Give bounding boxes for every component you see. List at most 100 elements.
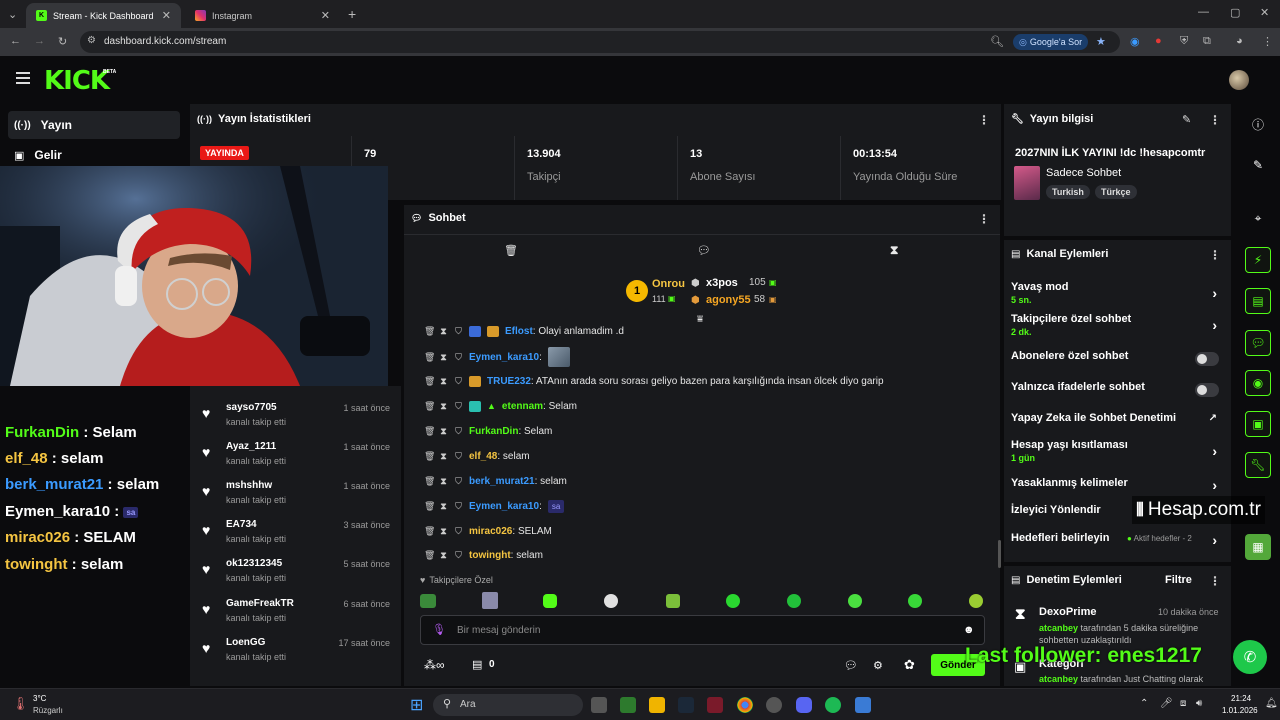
delete-message-icon[interactable]: 🗑︎: [424, 376, 435, 387]
broadcast-side-icon[interactable]: ◉: [1245, 370, 1271, 396]
minecraft-icon[interactable]: [620, 697, 636, 713]
robot-emote-icon[interactable]: [969, 594, 983, 608]
timeout-icon[interactable]: ⧗: [439, 376, 448, 387]
happy-emote-icon[interactable]: [848, 594, 862, 608]
ban-shield-icon[interactable]: ⛉: [454, 526, 463, 537]
wrench-side-icon[interactable]: 🔧︎: [1245, 452, 1271, 478]
chat-scrollbar[interactable]: [998, 540, 1001, 568]
url-field[interactable]: ⚙ dashboard.kick.com/stream 🔍︎ ◎ Google'a…: [80, 31, 1120, 53]
laugh-emote-icon[interactable]: [908, 594, 922, 608]
emote-only-toggle[interactable]: [1195, 383, 1219, 397]
chat-username[interactable]: FurkanDin: [469, 426, 518, 437]
ban-shield-icon[interactable]: ⛉: [454, 501, 463, 512]
gear-icon[interactable]: ⚙: [873, 659, 883, 672]
tray-chevron-icon[interactable]: ⌃: [1140, 698, 1148, 709]
delete-message-icon[interactable]: 🗑︎: [424, 401, 435, 412]
gift-box-icon[interactable]: ✿: [904, 657, 915, 673]
edit-pencil-icon[interactable]: ✎: [1182, 113, 1191, 126]
task-view-icon[interactable]: [591, 697, 607, 713]
tray-mic-icon[interactable]: 🎤︎: [1160, 698, 1173, 709]
action-ai-moderation[interactable]: Yapay Zeka ile Sohbet Denetimi ↗: [1011, 412, 1227, 430]
document-icon[interactable]: ▤: [1245, 288, 1271, 314]
extension-shield-icon[interactable]: ⛨: [1180, 35, 1188, 48]
app-gear-icon[interactable]: [855, 697, 871, 713]
delete-message-icon[interactable]: 🗑︎: [424, 451, 435, 462]
app-icon[interactable]: ▦: [1245, 534, 1271, 560]
new-tab-icon[interactable]: +: [348, 6, 356, 22]
category-name[interactable]: Sadece Sohbet: [1046, 167, 1121, 179]
chat-input-field[interactable]: 🎙︎ Bir mesaj gönderin ☻: [420, 615, 985, 645]
delete-message-icon[interactable]: 🗑︎: [424, 526, 435, 537]
frog-emote-icon[interactable]: [666, 594, 680, 608]
chat-username[interactable]: Eymen_kara10: [469, 352, 539, 363]
subscribers-only-toggle[interactable]: [1195, 352, 1219, 366]
taskbar-search[interactable]: ⚲ Ara: [433, 694, 583, 716]
delete-message-icon[interactable]: 🗑︎: [424, 476, 435, 487]
user-avatar[interactable]: [1229, 70, 1249, 90]
ban-shield-icon[interactable]: ⛉: [454, 550, 463, 561]
chat-icon[interactable]: 💬︎: [1245, 330, 1271, 356]
stats-menu-icon[interactable]: ⋮: [978, 113, 990, 127]
channel-points-icon[interactable]: ⁂∞: [424, 658, 445, 672]
save-icon[interactable]: ▣: [1245, 411, 1271, 437]
ban-shield-icon[interactable]: ⛉: [454, 326, 463, 337]
wink-emote-icon[interactable]: [787, 594, 801, 608]
back-icon[interactable]: ←: [10, 35, 21, 47]
forward-icon[interactable]: →: [34, 35, 45, 47]
delete-message-icon[interactable]: 🗑︎: [424, 352, 435, 363]
timeout-icon[interactable]: ⧗: [439, 451, 448, 462]
extension-record-icon[interactable]: ●: [1155, 35, 1162, 47]
chat-tab-icon[interactable]: 💬︎: [697, 244, 711, 257]
chat-username[interactable]: Eymen_kara10: [469, 501, 539, 512]
close-tab-icon[interactable]: ✕: [321, 9, 330, 22]
hamburger-menu-icon[interactable]: [16, 72, 30, 87]
category-thumbnail[interactable]: [1014, 166, 1040, 200]
smile-emote-icon[interactable]: [726, 594, 740, 608]
skull-emote-icon[interactable]: [604, 594, 618, 608]
reload-icon[interactable]: ↻: [58, 35, 67, 48]
action-followers-only[interactable]: Takipçilere özel sohbet 2 dk. ›: [1011, 313, 1227, 343]
browser-menu-icon[interactable]: ⋮: [1262, 35, 1273, 48]
chat-username[interactable]: berk_murat21: [469, 476, 535, 487]
ban-shield-icon[interactable]: ⛉: [454, 476, 463, 487]
delete-message-icon[interactable]: 🗑︎: [424, 550, 435, 561]
chat-menu-icon[interactable]: ⋮: [978, 212, 990, 226]
focus-icon[interactable]: ⌖: [1245, 205, 1271, 231]
minimize-icon[interactable]: —: [1198, 6, 1209, 18]
steam-icon[interactable]: [678, 697, 694, 713]
moderation-menu-icon[interactable]: ⋮: [1209, 574, 1221, 588]
windows-start-icon[interactable]: ⊞: [410, 695, 423, 715]
kick-logo[interactable]: KICK: [44, 66, 110, 96]
google-ask-button[interactable]: ◎ Google'a Sor: [1013, 34, 1089, 50]
delete-message-icon[interactable]: 🗑︎: [424, 501, 435, 512]
nav-item-stream[interactable]: ((·)) Yayın: [8, 111, 180, 139]
chat-username[interactable]: mirac026: [469, 526, 512, 537]
tab-kick-dashboard[interactable]: K Stream - Kick Dashboard ✕: [26, 3, 181, 28]
info-icon[interactable]: ⓘ: [1245, 111, 1271, 137]
filter-button[interactable]: Filtre: [1165, 574, 1192, 586]
profile-icon[interactable]: ◕: [1236, 35, 1243, 47]
zoom-icon[interactable]: 🔍︎: [990, 35, 1004, 48]
timeout-icon[interactable]: ⧗: [439, 326, 448, 337]
pepe-emote-icon[interactable]: [420, 594, 436, 608]
close-tab-icon[interactable]: ✕: [162, 9, 171, 22]
ban-shield-icon[interactable]: ⛉: [454, 352, 463, 363]
stream-info-menu-icon[interactable]: ⋮: [1209, 113, 1221, 127]
bookmark-star-icon[interactable]: ★: [1096, 35, 1106, 48]
close-window-icon[interactable]: ✕: [1260, 6, 1269, 19]
nav-item-revenue[interactable]: ▣ Gelir: [8, 141, 180, 169]
action-account-age[interactable]: Hesap yaşı kısıtlaması 1 gün ›: [1011, 439, 1227, 469]
timeout-icon[interactable]: ⧗: [439, 526, 448, 537]
tab-instagram[interactable]: Instagram ✕: [185, 3, 340, 28]
channel-actions-menu-icon[interactable]: ⋮: [1209, 248, 1221, 262]
discord-icon[interactable]: [796, 697, 812, 713]
ban-shield-icon[interactable]: ⛉: [454, 401, 463, 412]
hourglass-tab-icon[interactable]: ⧗: [890, 243, 898, 258]
tray-volume-icon[interactable]: 🔊︎: [1196, 698, 1202, 709]
site-info-icon[interactable]: ⚙: [87, 35, 96, 46]
ban-shield-icon[interactable]: ⛉: [454, 376, 463, 387]
action-banned-words[interactable]: Yasaklanmış kelimeler ›: [1011, 477, 1227, 495]
chat-bubble-icon[interactable]: 💬︎: [844, 659, 858, 672]
ban-shield-icon[interactable]: ⛉: [454, 451, 463, 462]
image-emote-icon[interactable]: [482, 592, 498, 609]
